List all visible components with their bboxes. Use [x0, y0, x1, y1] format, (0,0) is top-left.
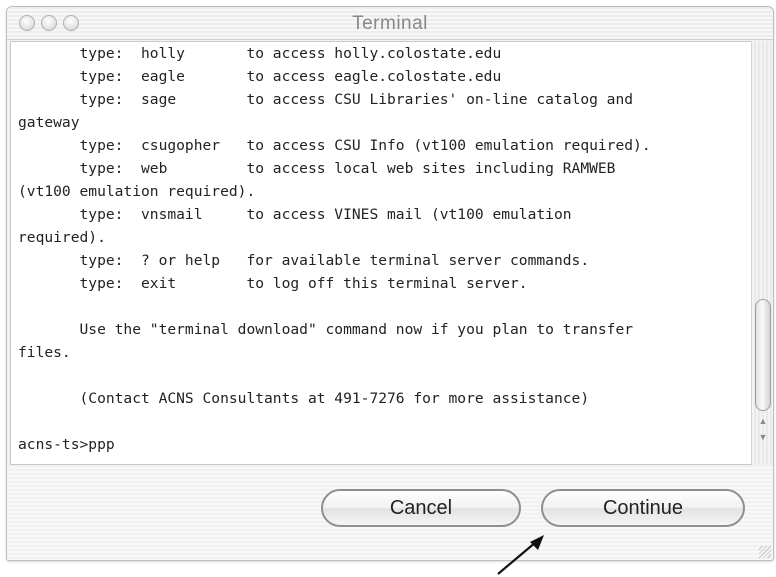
title-bar[interactable]: Terminal — [7, 7, 773, 40]
scroll-up-icon[interactable]: ▲ — [756, 415, 770, 428]
cancel-button[interactable]: Cancel — [321, 489, 521, 527]
terminal-window: Terminal type: holly to access holly.col… — [6, 6, 774, 561]
scroll-down-icon[interactable]: ▼ — [756, 431, 770, 444]
continue-button[interactable]: Continue — [541, 489, 745, 527]
resize-grip-icon[interactable] — [759, 546, 771, 558]
terminal-line: type: holly to access holly.colostate.ed… — [18, 45, 502, 62]
terminal-line: type: sage to access CSU Libraries' on-l… — [18, 91, 634, 108]
terminal-line: gateway — [18, 114, 80, 131]
terminal-line: (Contact ACNS Consultants at 491-7276 fo… — [18, 390, 590, 407]
terminal-line: type: vnsmail to access VINES mail (vt10… — [18, 206, 572, 223]
terminal-line: acns-ts>ppp — [18, 436, 115, 453]
terminal-line: type: eagle to access eagle.colostate.ed… — [18, 68, 502, 85]
scroll-thumb[interactable] — [755, 299, 771, 411]
terminal-line: type: ? or help for available terminal s… — [18, 252, 590, 269]
terminal-line: Use the "terminal download" command now … — [18, 321, 634, 338]
vertical-scrollbar[interactable]: ▲ ▼ — [751, 41, 773, 465]
terminal-line: type: web to access local web sites incl… — [18, 160, 616, 177]
terminal-line: type: csugopher to access CSU Info (vt10… — [18, 137, 651, 154]
window-title: Terminal — [352, 13, 428, 34]
arrow-icon — [497, 535, 544, 575]
console-text: type: holly to access holly.colostate.ed… — [18, 42, 748, 456]
terminal-line: (vt100 emulation required). — [18, 183, 256, 200]
terminal-line: files. — [18, 344, 71, 361]
terminal-line: type: exit to log off this terminal serv… — [18, 275, 528, 292]
terminal-output[interactable]: type: holly to access holly.colostate.ed… — [10, 41, 753, 465]
terminal-line: required). — [18, 229, 106, 246]
